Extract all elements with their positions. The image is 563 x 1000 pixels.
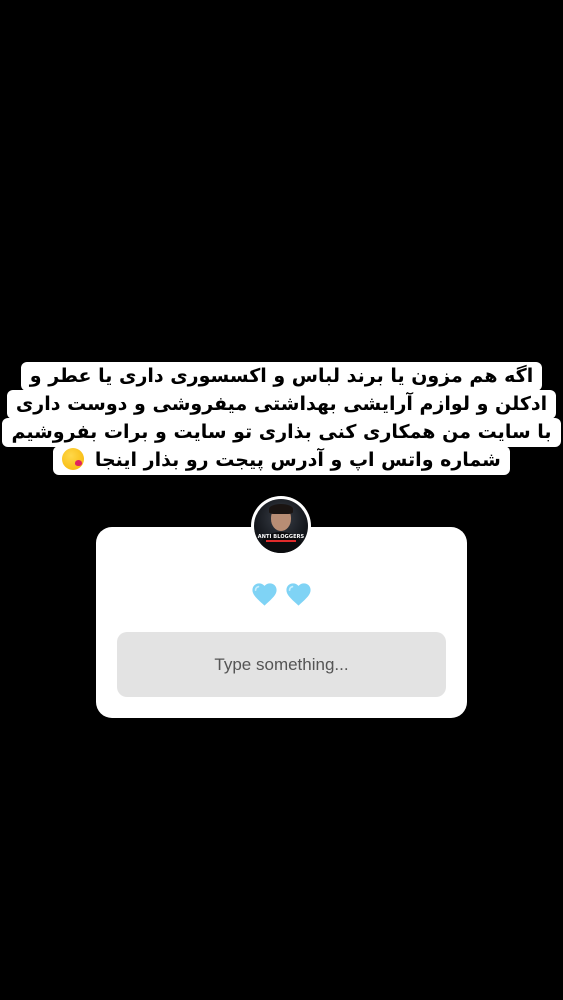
- avatar-photo: ANTI BLOGGERS: [254, 499, 308, 553]
- question-prompt-emojis: [0, 580, 563, 609]
- author-avatar: ANTI BLOGGERS: [251, 496, 311, 556]
- caption-line-4-text: شماره واتس اپ و آدرس پیجت رو بذار اینجا: [94, 449, 501, 471]
- caption-line-2: ادکلن و لوازم آرایشی بهداشتی میفروشی و د…: [6, 390, 557, 419]
- caption-line-4: شماره واتس اپ و آدرس پیجت رو بذار اینجا: [53, 446, 510, 475]
- avatar-red-bar: [266, 540, 296, 542]
- story-caption: اگه هم مزون یا برند لباس و اکسسوری داری …: [0, 362, 563, 475]
- caption-line-3: با سایت من همکاری کنی بذاری تو سایت و بر…: [2, 418, 561, 447]
- light-blue-heart-icon: [252, 583, 277, 606]
- avatar-brand-label: ANTI BLOGGERS: [257, 534, 305, 540]
- avatar-hair-shape: [269, 504, 293, 514]
- light-blue-heart-icon: [286, 583, 311, 606]
- answer-input[interactable]: [117, 632, 446, 697]
- kiss-emoji-icon: [62, 448, 85, 470]
- caption-line-1: اگه هم مزون یا برند لباس و اکسسوری داری …: [20, 362, 543, 391]
